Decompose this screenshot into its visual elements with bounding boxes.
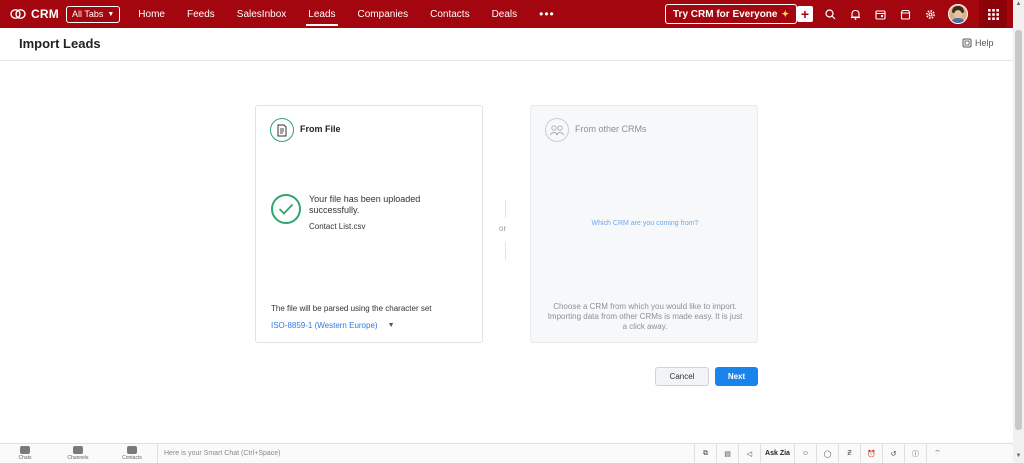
try-crm-label: Try CRM for Everyone: [673, 8, 778, 20]
help-icon: [962, 38, 972, 48]
success-check-icon: [271, 194, 301, 224]
nav-link-label: Contacts: [430, 8, 470, 20]
zia-icon[interactable]: Ƶ: [838, 444, 860, 463]
crm-people-icon: [545, 118, 569, 142]
announcement-icon[interactable]: ◁: [738, 444, 760, 463]
user-avatar[interactable]: [948, 4, 968, 24]
crm-logo[interactable]: CRM: [10, 7, 66, 21]
help-link[interactable]: Help: [962, 38, 994, 48]
channels-icon: [73, 446, 83, 454]
search-icon[interactable]: [822, 6, 838, 22]
screen-share-icon[interactable]: ⧉: [694, 444, 716, 463]
nav-link-label: Feeds: [186, 8, 215, 20]
crm-description: Choose a CRM from which you would like t…: [547, 302, 743, 331]
uploaded-file-name: Contact List.csv: [309, 222, 366, 231]
crm-logo-icon: [10, 9, 26, 19]
contacts-label: Contacts: [122, 455, 142, 461]
smiley-icon[interactable]: ☺: [794, 444, 816, 463]
notes-icon[interactable]: ▤: [716, 444, 738, 463]
nav-icons: +: [797, 0, 947, 28]
nav-link-label: Deals: [491, 8, 518, 20]
next-button[interactable]: Next: [715, 367, 758, 386]
charset-label: The file will be parsed using the charac…: [271, 304, 432, 313]
chats-button[interactable]: Chats: [5, 446, 45, 461]
nav-link-label: Home: [138, 8, 165, 20]
divider-line-bottom: [505, 242, 506, 260]
bookmark-icon[interactable]: ⌔: [926, 444, 948, 463]
nav-link-label: Companies: [357, 8, 409, 20]
page-scrollbar[interactable]: ▲ ▼: [1013, 0, 1024, 463]
page-header: Import Leads Help: [0, 28, 1013, 61]
calendar-icon[interactable]: [872, 6, 888, 22]
divider-line-top: [505, 200, 506, 218]
charset-value: ISO-8859-1 (Western Europe): [271, 321, 378, 330]
from-file-card[interactable]: From File Your file has been uploaded su…: [255, 105, 483, 343]
scroll-up-arrow-icon[interactable]: ▲: [1015, 1, 1022, 7]
plus-icon[interactable]: +: [797, 6, 813, 22]
scrollbar-thumb[interactable]: [1015, 30, 1022, 430]
cancel-button[interactable]: Cancel: [655, 367, 709, 386]
nav-link-label: SalesInbox: [236, 8, 287, 20]
scroll-down-arrow-icon[interactable]: ▼: [1015, 453, 1022, 459]
help-label: Help: [975, 38, 994, 48]
channels-label: Channels: [67, 455, 89, 461]
marketplace-icon[interactable]: [897, 6, 913, 22]
ask-zia-button[interactable]: Ask Zia: [760, 444, 794, 463]
feedback-icon[interactable]: ◯: [816, 444, 838, 463]
bottom-bar: Chats Channels Contacts Here is your Sma…: [0, 443, 1013, 463]
info-icon[interactable]: ⓘ: [904, 444, 926, 463]
nav-links: Home Feeds SalesInbox Leads Companies Co…: [138, 0, 576, 28]
gear-icon[interactable]: [922, 6, 938, 22]
from-file-title: From File: [300, 124, 341, 134]
undo-icon[interactable]: ↺: [882, 444, 904, 463]
bottom-bar-tools: ⧉ ▤ ◁ Ask Zia ☺ ◯ Ƶ ⏰ ↺ ⓘ ⌔: [694, 444, 948, 463]
nav-link-salesinbox[interactable]: SalesInbox: [237, 0, 286, 28]
contacts-button[interactable]: Contacts: [112, 446, 152, 461]
all-tabs-label: All Tabs: [72, 9, 104, 19]
chevron-down-icon: ▼: [107, 10, 115, 18]
page-title: Import Leads: [19, 36, 101, 51]
crm-question-link[interactable]: Which CRM are you coming from?: [531, 220, 759, 227]
file-icon: [270, 118, 294, 142]
channels-button[interactable]: Channels: [58, 446, 98, 461]
upload-success-message: Your file has been uploaded successfully…: [309, 194, 421, 215]
top-nav-bar: CRM All Tabs ▼ Home Feeds SalesInbox Lea…: [0, 0, 1024, 28]
apps-grid-icon[interactable]: [979, 0, 1007, 28]
all-tabs-dropdown[interactable]: All Tabs ▼: [66, 5, 121, 23]
nav-link-companies[interactable]: Companies: [358, 0, 409, 28]
bell-icon[interactable]: [847, 6, 863, 22]
try-crm-button[interactable]: Try CRM for Everyone ✦: [665, 4, 798, 24]
nav-link-contacts[interactable]: Contacts: [430, 0, 469, 28]
nav-link-deals[interactable]: Deals: [492, 0, 518, 28]
contact-person-icon: [127, 446, 137, 454]
or-label: or: [499, 224, 507, 233]
crm-logo-text: CRM: [31, 7, 59, 21]
sparkle-icon: ✦: [781, 8, 790, 19]
nav-link-label: Leads: [308, 8, 336, 20]
nav-link-leads[interactable]: Leads: [306, 0, 338, 28]
from-other-crms-card[interactable]: From other CRMs Which CRM are you coming…: [530, 105, 758, 343]
nav-link-feeds[interactable]: Feeds: [187, 0, 215, 28]
chevron-down-icon: ▼: [387, 322, 395, 329]
alarm-clock-icon[interactable]: ⏰: [860, 444, 882, 463]
more-tabs-button[interactable]: •••: [539, 0, 555, 28]
chat-bubble-icon: [20, 446, 30, 454]
smart-chat-input[interactable]: Here is your Smart Chat (Ctrl+Space): [157, 444, 281, 463]
from-other-crms-title: From other CRMs: [575, 124, 647, 134]
nav-link-home[interactable]: Home: [138, 0, 165, 28]
chats-label: Chats: [18, 455, 32, 461]
charset-dropdown[interactable]: ISO-8859-1 (Western Europe) ▼: [271, 321, 395, 330]
